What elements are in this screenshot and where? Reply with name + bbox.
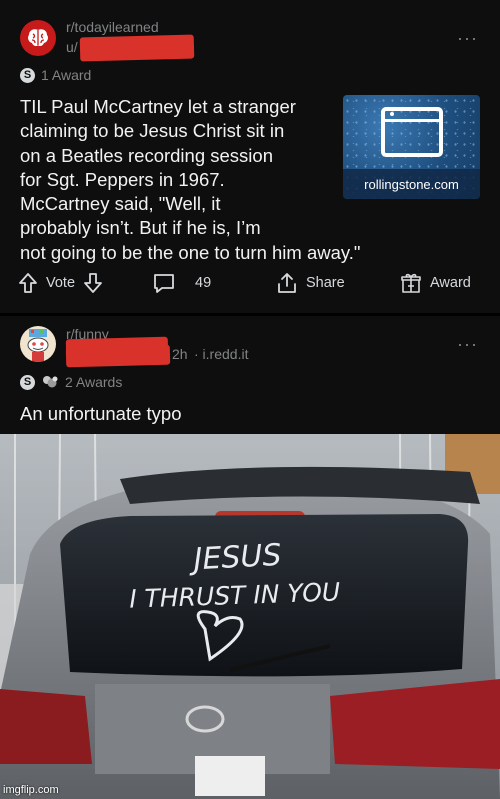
downvote-icon[interactable] [83,272,103,294]
more-options-icon[interactable]: ··· [457,334,478,355]
brain-icon [28,29,48,47]
award-count: 1 Award [41,67,92,83]
silver-award-icon: S [20,67,35,83]
share-label: Share [306,275,345,291]
award-row[interactable]: S 1 Award [20,67,91,83]
award-row[interactable]: S 2 Awards [20,374,122,390]
subreddit-name[interactable]: r/todayilearned [66,19,159,35]
more-options-icon[interactable]: ··· [457,28,478,49]
share-button[interactable]: Share [276,272,345,294]
post-actions: Vote 49 Share Award [0,270,500,298]
redaction-mark [65,344,171,368]
car-photo: JESUS I THRUST IN YOU [0,434,500,799]
upvote-icon[interactable] [18,272,38,294]
post-image[interactable]: JESUS I THRUST IN YOU imgflip.com [0,434,500,799]
post-age: 2h [172,346,188,362]
comment-icon [154,274,174,293]
link-domain: rollingstone.com [343,169,480,199]
silver-award-icon: S [20,374,35,390]
title-line: claiming to be Jesus Christ sit in [20,120,285,142]
post-source[interactable]: · i.redd.it [194,346,248,362]
award-button[interactable]: Award [400,272,471,294]
title-line: not going to be the one to turn him away… [20,241,361,263]
subreddit-avatar-til[interactable] [20,20,56,56]
reddit-funny-icon [27,329,49,362]
redaction-mark [79,34,195,62]
title-line: probably isn’t. But if he is, I’m [20,217,261,239]
image-credit: imgflip.com [3,784,59,796]
post-card-til[interactable]: r/todayilearned u/ ··· S 1 Award TIL Pau… [0,0,500,313]
title-line: TIL Paul McCartney let a stranger [20,96,296,117]
link-thumbnail[interactable]: rollingstone.com [343,95,480,199]
comment-count: 49 [195,275,212,291]
post-title[interactable]: TIL Paul McCartney let a stranger claimi… [20,95,361,265]
vote-group: Vote [18,272,103,294]
vote-label: Vote [46,275,76,291]
comments-button[interactable]: 49 [153,272,211,294]
helpful-award-icon [43,376,58,388]
post-card-funny[interactable]: r/funny 2h · i.redd.it ··· S 2 Awards An… [0,316,500,434]
award-count: 2 Awards [65,374,123,390]
post-title[interactable]: An unfortunate typo [20,402,181,426]
window-text-jesus: JESUS [188,538,283,578]
gift-award-icon [401,273,421,293]
share-icon [278,273,296,293]
subreddit-avatar-funny[interactable] [20,326,56,362]
browser-window-icon [381,107,443,157]
username-prefix[interactable]: u/ [66,39,78,55]
title-line: McCartney said, "Well, it [20,193,221,215]
award-label: Award [430,275,471,291]
title-line: for Sgt. Peppers in 1967. [20,168,225,190]
title-line: on a Beatles recording session [20,144,273,166]
